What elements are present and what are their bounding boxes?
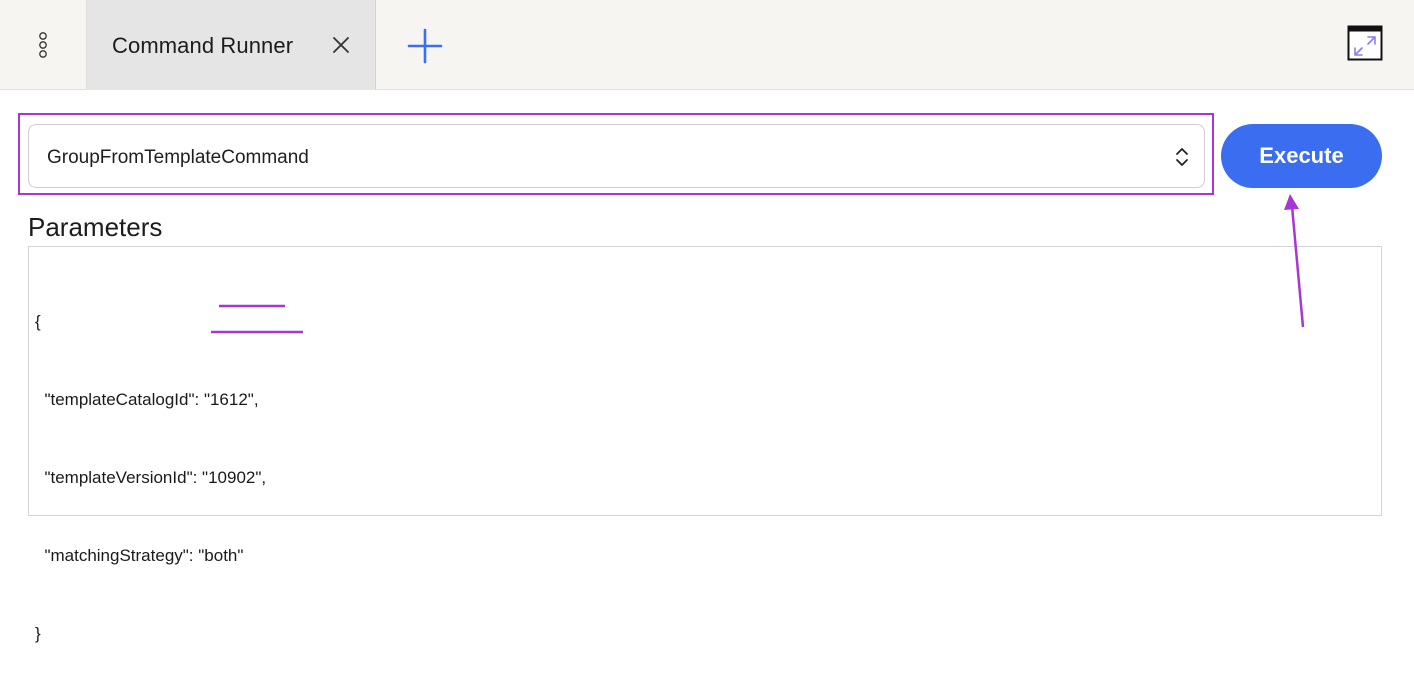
code-line: "matchingStrategy": "both" [35, 546, 244, 565]
tab-command-runner[interactable]: Command Runner [87, 0, 376, 90]
tab-title: Command Runner [112, 33, 294, 58]
plus-icon[interactable] [405, 26, 445, 66]
arrowhead-annotation [1284, 194, 1299, 210]
select-chevrons-icon [1176, 148, 1188, 166]
parameters-label: Parameters [28, 212, 163, 242]
code-line: } [35, 624, 41, 643]
execute-button[interactable]: Execute [1221, 124, 1382, 188]
code-line: "templateCatalogId": "1612", [35, 390, 259, 409]
command-select-value: GroupFromTemplateCommand [47, 147, 309, 168]
parameters-code: { "templateCatalogId": "1612", "template… [35, 257, 266, 699]
code-line: { [35, 312, 41, 331]
tab-bar: Command Runner [0, 0, 1414, 90]
command-select[interactable]: GroupFromTemplateCommand [28, 124, 1205, 188]
code-line: "templateVersionId": "10902", [35, 468, 267, 487]
expand-window-icon[interactable] [1347, 25, 1383, 61]
tab-menu-button[interactable] [0, 0, 87, 90]
vertical-dots-icon [39, 32, 47, 58]
close-icon[interactable] [331, 35, 351, 55]
parameters-editor[interactable]: { "templateCatalogId": "1612", "template… [28, 246, 1382, 643]
